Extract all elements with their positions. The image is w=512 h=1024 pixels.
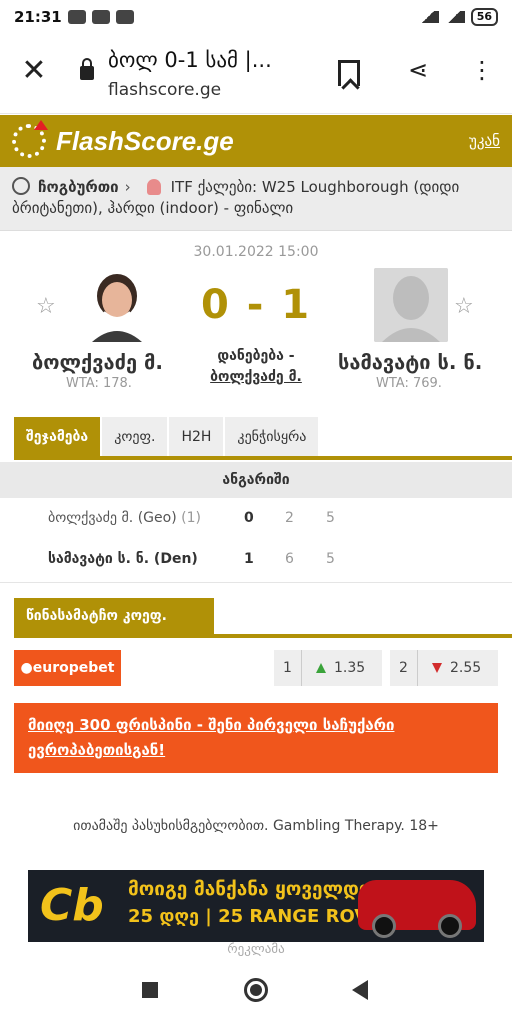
away-player-photo[interactable] <box>374 268 448 342</box>
close-icon[interactable]: ✕ <box>18 56 50 88</box>
divider <box>0 582 512 583</box>
battery-icon: 56 <box>470 8 498 26</box>
chevron-right-icon: › <box>124 178 131 196</box>
signal-icon <box>418 11 439 23</box>
tab-draw[interactable]: კენჭისყრა <box>225 417 319 456</box>
signal-icon <box>444 11 465 23</box>
back-icon[interactable] <box>352 980 368 1000</box>
player-name[interactable]: სამავატი ს. ნ. (Den) <box>48 551 198 567</box>
match-tabs: შეჯამება კოეფ. H2H კენჭისყრა <box>14 417 512 460</box>
site-header: FlashScore.ge უკან <box>0 115 512 167</box>
responsible-gambling-text: ითამაშე პასუხისმგებლობით. Gambling Thera… <box>73 818 439 834</box>
table-row: სამავატი ს. ნ. (Den) 1 6 5 <box>0 540 512 580</box>
home-player-rank: WTA: 178. <box>66 376 132 391</box>
more-menu-icon[interactable]: ⋮ <box>470 56 494 88</box>
ad-subline: 25 დღე | 25 RANGE ROVER <box>128 906 395 927</box>
set-1-score: 2 <box>285 510 294 526</box>
sets-won: 0 <box>244 510 254 526</box>
download-icon <box>115 10 134 24</box>
odd-away-label: 2 <box>390 650 418 686</box>
table-row: ბოლქვაძე მ. (Geo) (1) 0 2 5 <box>0 499 512 539</box>
result-label: დანებება - <box>217 348 295 364</box>
favorite-star-icon[interactable]: ☆ <box>454 294 474 319</box>
ad-label: რეკლამა <box>227 942 285 957</box>
odd-home-value: 1.35 <box>334 660 366 676</box>
result-player-link[interactable]: ბოლქვაძე მ. <box>186 367 326 388</box>
home-icon[interactable] <box>244 978 268 1002</box>
youtube-icon <box>91 10 110 24</box>
ad-headline: მოიგე მანქანა ყოველდღე <box>128 878 385 900</box>
home-player-name[interactable]: ბოლქვაძე მ. <box>32 350 163 374</box>
odds-row: ● europebet 1 1.35 2 2.55 <box>14 646 498 690</box>
set-2-score: 5 <box>326 551 335 567</box>
prematch-odds-tab[interactable]: წინასამატჩო კოეფ. <box>14 598 214 634</box>
tab-odds[interactable]: კოეფ. <box>102 417 168 456</box>
breadcrumb-sport[interactable]: ჩოგბურთი <box>38 178 119 196</box>
match-result: დანებება - ბოლქვაძე მ. <box>186 346 326 388</box>
sets-won: 1 <box>244 551 254 567</box>
odds-section: წინასამატჩო კოეფ. <box>14 598 512 638</box>
odd-away-button[interactable]: 2 2.55 <box>390 650 498 686</box>
female-icon <box>146 179 161 195</box>
arrow-up-icon <box>316 663 326 673</box>
odd-home-label: 1 <box>274 650 302 686</box>
tab-summary[interactable]: შეჯამება <box>14 417 101 456</box>
url-host[interactable]: flashscore.ge <box>108 80 221 100</box>
away-player-name[interactable]: სამავატი ს. ნ. <box>338 350 482 374</box>
bookmark-icon[interactable] <box>338 60 360 86</box>
odd-away-value: 2.55 <box>450 660 482 676</box>
away-player-rank: WTA: 769. <box>376 376 442 391</box>
set-2-score: 5 <box>326 510 335 526</box>
back-link[interactable]: უკან <box>469 132 500 150</box>
promo-banner[interactable]: მიიღე 300 ფრისპინი - შენი პირველი საჩუქა… <box>14 703 498 773</box>
set-1-score: 6 <box>285 551 294 567</box>
system-nav-bar <box>0 958 512 1024</box>
recents-icon[interactable] <box>142 982 158 998</box>
flashscore-logo-icon[interactable] <box>12 120 48 158</box>
player-name[interactable]: ბოლქვაძე მ. (Geo) (1) <box>48 510 201 526</box>
clock: 21:31 <box>14 8 62 26</box>
lock-icon <box>80 58 94 80</box>
tab-h2h[interactable]: H2H <box>169 417 224 456</box>
europebet-logo[interactable]: ● europebet <box>14 650 121 686</box>
arrow-down-icon <box>432 663 442 673</box>
odd-home-button[interactable]: 1 1.35 <box>274 650 382 686</box>
youtube-icon <box>67 10 86 24</box>
site-logo[interactable]: FlashScore.ge <box>56 126 234 157</box>
page-title[interactable]: ბოლ 0-1 სამ |... <box>108 48 272 72</box>
match-score: 0 - 1 <box>200 282 312 328</box>
match-datetime: 30.01.2022 15:00 <box>193 244 319 260</box>
breadcrumb: ჩოგბურთი › ITF ქალები: W25 Loughborough (დ… <box>0 167 512 231</box>
browser-toolbar: ✕ ბოლ 0-1 სამ |... flashscore.ge ⋖ ⋮ <box>0 34 512 114</box>
status-bar: 21:31 56 <box>0 0 512 34</box>
tennis-ball-icon <box>12 177 30 195</box>
ad-banner[interactable]: Cb მოიგე მანქანა ყოველდღე 25 დღე | 25 RA… <box>28 870 484 942</box>
scoreboard-heading: ანგარიში <box>0 462 512 498</box>
ad-logo: Cb <box>40 880 104 931</box>
car-image <box>358 880 476 938</box>
share-icon[interactable]: ⋖ <box>402 56 434 88</box>
home-player-photo[interactable] <box>80 268 154 342</box>
favorite-star-icon[interactable]: ☆ <box>36 294 56 319</box>
